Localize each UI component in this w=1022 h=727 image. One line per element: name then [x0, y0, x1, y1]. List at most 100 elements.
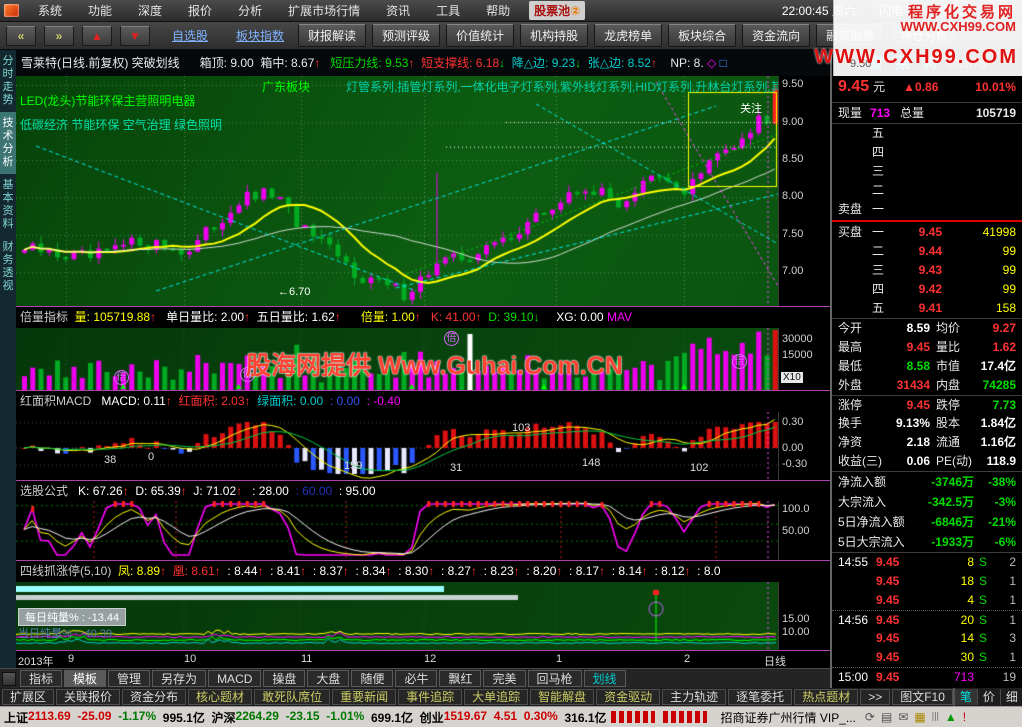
header-segment: 量: 105719.88	[68, 310, 150, 324]
function-tab[interactable]: 热点题材	[794, 689, 858, 705]
function-tabs: 扩展区关联报价资金分布核心题材敢死队席位重要新闻事件追踪大单追踪智能解盘资金驱动…	[2, 689, 953, 705]
indicator-tab[interactable]: 随便	[351, 670, 393, 687]
info-value: 31434	[882, 376, 930, 395]
sidebar-item[interactable]: 基本资料	[0, 174, 16, 236]
grip-icon[interactable]	[2, 672, 16, 686]
info-row: 换手9.13%股本1.84亿	[832, 414, 1022, 433]
limit-up-chart-canvas[interactable]	[16, 582, 778, 650]
indicator-tab[interactable]: 必牛	[395, 670, 437, 687]
sidebar-item[interactable]: 技术分析	[0, 112, 16, 174]
function-tab[interactable]: 主力轨迹	[662, 689, 726, 705]
function-tab[interactable]: 关联报价	[56, 689, 120, 705]
indicator-tab[interactable]: 飘红	[439, 670, 481, 687]
scroll-down-button[interactable]: ▼	[120, 26, 150, 46]
function-tab[interactable]: 大单追踪	[464, 689, 528, 705]
mini-tab[interactable]: 价	[978, 689, 1001, 705]
function-tab[interactable]: 智能解盘	[530, 689, 594, 705]
indicator-tab[interactable]: 模板	[64, 670, 106, 687]
function-tab[interactable]: 逐笔委托	[728, 689, 792, 705]
info-value: 9.45	[882, 396, 930, 414]
indicator-tab[interactable]: 操盘	[263, 670, 305, 687]
up-signal-icon[interactable]: ▲	[945, 710, 957, 725]
broker-connection-label[interactable]: 招商证券广州行情 VIP_...	[721, 709, 856, 726]
macd-chart-canvas[interactable]	[16, 412, 778, 480]
function-tab[interactable]: >>	[860, 689, 890, 705]
time-tick-label: 12	[424, 653, 436, 665]
function-tab[interactable]: 事件追踪	[398, 689, 462, 705]
mini-tab[interactable]: 笔	[955, 689, 978, 705]
menu-item[interactable]: 深度	[125, 0, 175, 22]
tick-price: 9.45	[876, 648, 916, 667]
tick-row: 9.4518S1	[832, 572, 1022, 591]
toolbar-link[interactable]: 自选股	[172, 27, 208, 44]
index-quote-segment: -23.15	[279, 709, 320, 726]
toolbar-button[interactable]: 预测评级	[372, 24, 440, 47]
toolbar-button[interactable]: 机构持股	[520, 24, 588, 47]
page-prev-button[interactable]: «	[6, 26, 36, 46]
toolbar-button[interactable]: 龙虎榜单	[594, 24, 662, 47]
sell-label	[838, 143, 872, 162]
info-row: 收益(三)0.06PE(动)118.9	[832, 452, 1022, 471]
sidebar-item[interactable]: 分时走势	[0, 50, 16, 112]
tick-list[interactable]: 14:559.458S29.4518S19.454S114:569.4520S1…	[832, 552, 1022, 686]
indicator-tab[interactable]: MACD	[208, 670, 261, 687]
info-row: 最高9.45量比1.62	[832, 338, 1022, 357]
menu-item[interactable]: 帮助	[473, 0, 523, 22]
antenna-icon[interactable]: ꔖ	[932, 710, 939, 725]
scroll-up-button[interactable]: ▲	[82, 26, 112, 46]
alert-icon[interactable]: !	[963, 710, 966, 725]
buy-level-row: 二9.4499	[832, 242, 1022, 261]
mail-icon[interactable]: ✉	[898, 710, 908, 725]
toolbar-button[interactable]: 价值统计	[446, 24, 514, 47]
menu-item[interactable]: 扩展市场行情	[275, 0, 373, 22]
price-change: ▲0.86	[903, 80, 938, 94]
menu-item[interactable]: 报价	[175, 0, 225, 22]
menu-item[interactable]: 分析	[225, 0, 275, 22]
tick-time: 15:00	[838, 668, 876, 686]
grid-icon[interactable]: ▦	[914, 710, 925, 725]
toolbar-button[interactable]: 资金流向	[742, 24, 810, 47]
function-tab[interactable]: 核心题材	[188, 689, 252, 705]
function-tab[interactable]: 资金驱动	[596, 689, 660, 705]
toolbar-button[interactable]: 财报解读	[298, 24, 366, 47]
indicator-tab[interactable]: 划线	[584, 670, 626, 687]
header-segment: 张△边: 8.52	[581, 56, 651, 70]
app-logo-icon[interactable]	[4, 4, 19, 17]
indicator-tab[interactable]: 指标	[20, 670, 62, 687]
kline-chart-canvas[interactable]	[16, 76, 778, 306]
indicator-tab[interactable]: 回马枪	[528, 670, 582, 687]
indicator-tab[interactable]: 另存为	[152, 670, 206, 687]
function-tab[interactable]: 图文F10	[892, 689, 953, 705]
menu-item[interactable]: 工具	[423, 0, 473, 22]
function-tab[interactable]: 敢死队席位	[254, 689, 330, 705]
mini-tab[interactable]: 细	[1001, 689, 1022, 705]
page-next-button[interactable]: »	[44, 26, 74, 46]
level-num: 一	[872, 223, 890, 242]
function-tab[interactable]: 重要新闻	[332, 689, 396, 705]
function-tab[interactable]: 资金分布	[122, 689, 186, 705]
daily-net-volume-label[interactable]: 每日纯量% : -13.44	[18, 608, 126, 626]
tick-count: 19	[992, 668, 1016, 686]
menu-item-stock-pool[interactable]: 股票池②	[529, 1, 585, 20]
toolbar-link[interactable]: 板块指数	[236, 27, 284, 44]
menu-item[interactable]: 功能	[75, 0, 125, 22]
kdj-chart-canvas[interactable]	[16, 501, 778, 560]
function-tab[interactable]: 扩展区	[2, 689, 54, 705]
indicator-tab[interactable]: 大盘	[307, 670, 349, 687]
period-label[interactable]: 日线	[764, 653, 786, 669]
indicator-tab[interactable]: 管理	[108, 670, 150, 687]
sidebar-item[interactable]: 财务透视	[0, 236, 16, 298]
refresh-icon[interactable]: ⟳	[865, 710, 875, 725]
axis-label: 9.00	[782, 116, 803, 128]
toolbar-button[interactable]: 板块综合	[668, 24, 736, 47]
list-icon[interactable]: ▤	[881, 710, 892, 725]
sell-label	[838, 181, 872, 200]
stock-pool-badge: ②	[570, 4, 580, 18]
indicator-tab[interactable]: 完美	[483, 670, 525, 687]
menu-item[interactable]: 系统	[25, 0, 75, 22]
index-quote-segment: 316.1亿	[558, 709, 607, 726]
time-axis: 日线 2013年910111212	[16, 650, 830, 668]
menu-item[interactable]: 资讯	[373, 0, 423, 22]
level-num: 二	[872, 181, 890, 200]
info-value: 74285	[978, 376, 1016, 395]
